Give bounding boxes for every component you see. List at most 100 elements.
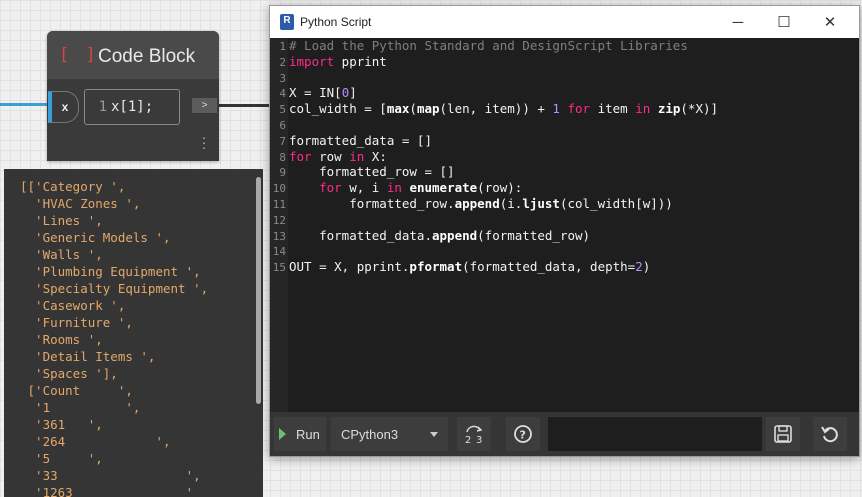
line-number: 5 <box>279 103 286 117</box>
code-text: for w, i in enumerate(row): <box>319 180 523 196</box>
code-line: 15 OUT = X, pprint.pformat(formatted_data… <box>272 259 718 275</box>
code-input[interactable]: 1 x[1]; <box>84 89 180 125</box>
code-line: 2 import pprint <box>272 54 718 70</box>
code-line: 7 formatted_data = [] <box>272 133 718 149</box>
preview-line: 'Rooms ', <box>20 332 103 347</box>
preview-line: '5 ', <box>20 451 103 466</box>
code-lines: 1 # Load the Python Standard and DesignSc… <box>272 38 718 275</box>
chevron-down-icon <box>430 432 438 437</box>
save-button[interactable] <box>766 417 800 451</box>
code-text: X = IN[0] <box>289 85 357 101</box>
line-number: 4 <box>279 87 286 101</box>
line-number: 2 <box>279 55 286 69</box>
close-button[interactable]: ✕ <box>807 6 853 38</box>
preview-line: 'Generic Models ', <box>20 230 171 245</box>
code-text: formatted_data.append(formatted_row) <box>289 227 591 243</box>
line-number: 11 <box>272 197 286 211</box>
editor-toolbar: Run CPython3 2 3 ? <box>270 412 859 456</box>
minimize-button[interactable]: ─ <box>715 6 761 38</box>
code-line-number: 1 <box>98 99 107 115</box>
preview-line: 'Detail Items ', <box>20 349 156 364</box>
preview-line: '33 ', <box>20 468 201 483</box>
code-line: 13 formatted_data.append(formatted_row) <box>272 228 718 244</box>
code-editor[interactable]: 1 # Load the Python Standard and DesignSc… <box>270 38 859 412</box>
line-number: 3 <box>279 71 286 85</box>
maximize-button[interactable]: ☐ <box>761 6 807 38</box>
code-line: 14 <box>272 243 718 259</box>
save-icon <box>774 425 792 443</box>
output-wire <box>216 104 274 107</box>
code-text: OUT = X, pprint.pformat(formatted_data, … <box>289 259 651 275</box>
code-text: x[1]; <box>111 99 154 115</box>
code-line: 9 formatted_row = [] <box>272 164 718 180</box>
code-text: formatted_data = [] <box>289 132 432 148</box>
svg-text:2: 2 <box>465 435 471 445</box>
code-block-icon: [ ] <box>59 45 99 65</box>
code-line: 6 <box>272 117 718 133</box>
play-icon <box>279 428 286 440</box>
line-number: 13 <box>272 229 286 243</box>
migrate-icon: 2 3 <box>465 425 483 445</box>
input-port-x[interactable]: x <box>48 91 79 123</box>
code-line: 3 <box>272 70 718 86</box>
help-icon: ? <box>514 425 532 443</box>
revert-button[interactable] <box>813 417 847 451</box>
input-wire <box>0 103 48 106</box>
line-number: 12 <box>272 213 286 227</box>
preview-line: 'HVAC Zones ', <box>20 196 141 211</box>
window-title: Python Script <box>300 15 372 29</box>
more-vertical-icon[interactable]: · · · <box>201 130 207 154</box>
preview-line: 'Casework ', <box>20 298 126 313</box>
code-line: 5 col_width = [max(map(len, item)) + 1 fo… <box>272 101 718 117</box>
svg-text:3: 3 <box>476 435 482 445</box>
run-label: Run <box>296 426 320 442</box>
preview-line: '361 ', <box>20 417 103 432</box>
python-script-window: R Python Script ─ ☐ ✕ 1 # Load the Python… <box>269 5 860 457</box>
help-button[interactable]: ? <box>506 417 540 451</box>
preview-line: '264 ', <box>20 434 171 449</box>
titlebar[interactable]: R Python Script ─ ☐ ✕ <box>270 6 859 38</box>
run-button[interactable]: Run <box>274 417 326 451</box>
line-number: 15 <box>272 261 286 275</box>
engine-value: CPython3 <box>341 426 399 442</box>
node-header[interactable]: [ ] Code Block <box>47 31 219 79</box>
line-number: 7 <box>279 134 286 148</box>
node-preview: [['Category ', 'HVAC Zones ', 'Lines ', … <box>4 169 263 497</box>
code-line: 10 for w, i in enumerate(row): <box>272 180 718 196</box>
line-number: 8 <box>279 150 286 164</box>
revert-icon <box>821 426 838 443</box>
preview-line: '1263 ' <box>20 485 194 497</box>
code-line: 4X = IN[0] <box>272 85 718 101</box>
preview-scrollbar[interactable] <box>256 177 261 404</box>
migrate-button[interactable]: 2 3 <box>457 417 491 451</box>
code-text: # Load the Python Standard and DesignScr… <box>289 38 688 53</box>
code-line: 12 <box>272 212 718 228</box>
node-title: Code Block <box>98 46 196 67</box>
code-text: import pprint <box>289 53 387 69</box>
toolbar-spacer <box>548 417 762 451</box>
line-number: 14 <box>272 245 286 259</box>
code-text: for row in X: <box>289 148 387 164</box>
code-block-node[interactable]: [ ] Code Block x 1 x[1]; > · · · <box>47 31 219 161</box>
preview-line: 'Spaces '], <box>20 366 118 381</box>
engine-select[interactable]: CPython3 <box>331 417 448 451</box>
line-number: 6 <box>279 118 286 132</box>
preview-line: 'Specialty Equipment ', <box>20 281 209 296</box>
line-number: 1 <box>279 40 286 53</box>
preview-lines: [['Category ', 'HVAC Zones ', 'Lines ', … <box>20 178 208 497</box>
preview-line: '1 ', <box>20 400 141 415</box>
output-port[interactable]: > <box>192 98 217 113</box>
code-line: 1 # Load the Python Standard and DesignSc… <box>272 38 718 54</box>
preview-line: [['Category ', <box>20 179 126 194</box>
preview-line: 'Walls ', <box>20 247 103 262</box>
code-text: formatted_row.append(i.ljust(col_width[w… <box>289 195 673 211</box>
svg-text:?: ? <box>520 429 526 442</box>
preview-line: 'Plumbing Equipment ', <box>20 264 201 279</box>
code-text: formatted_row = [] <box>289 164 455 180</box>
line-number: 10 <box>272 182 286 196</box>
line-number: 9 <box>279 166 286 180</box>
preview-line: ['Count ', <box>20 383 133 398</box>
preview-line: 'Lines ', <box>20 213 103 228</box>
code-text: col_width = [max(map(len, item)) + 1 for… <box>289 101 719 117</box>
code-line: 8 for row in X: <box>272 149 718 165</box>
